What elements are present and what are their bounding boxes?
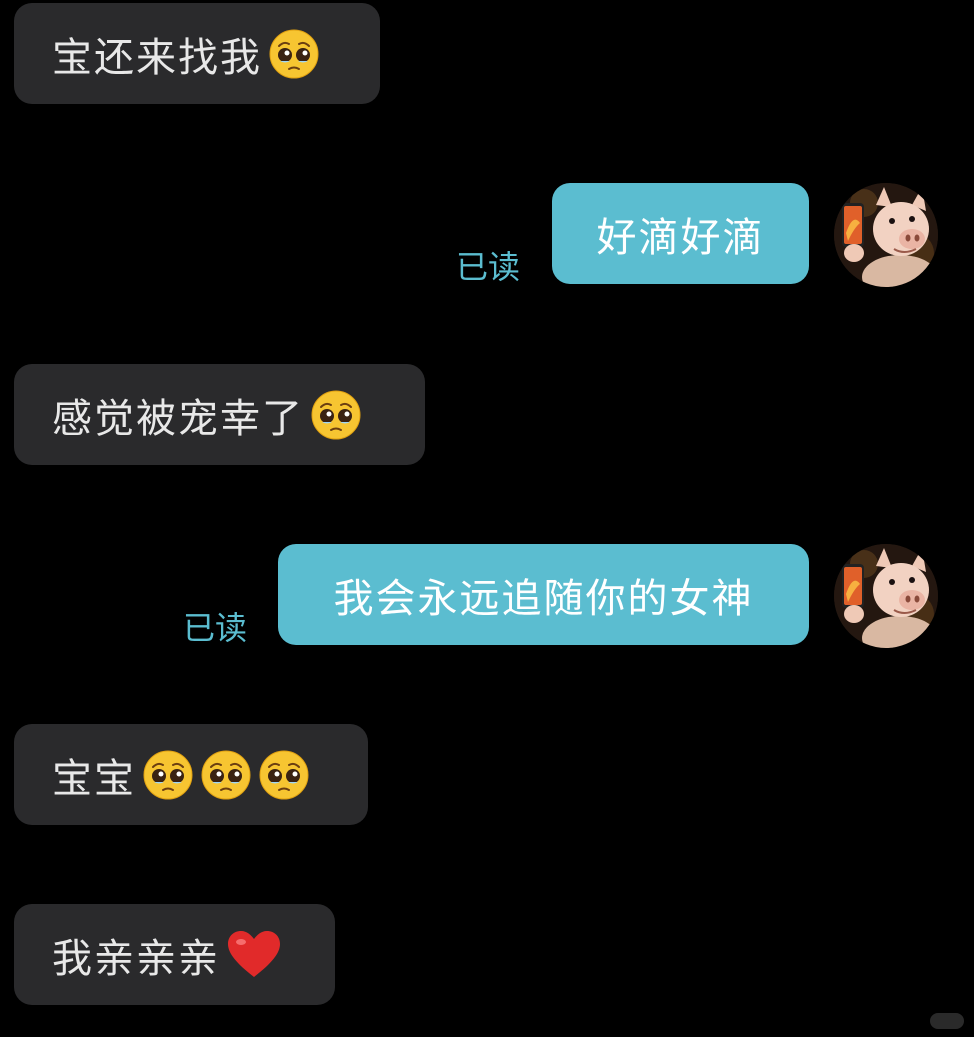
pleading-face-emoji xyxy=(259,750,309,799)
message-text: 宝还来找我 xyxy=(52,34,262,81)
message-text: 我会永远追随你的女神 xyxy=(333,575,754,622)
pleading-face-emoji xyxy=(201,750,251,799)
red-heart-emoji xyxy=(228,930,280,977)
read-status: 已读 xyxy=(183,609,248,647)
read-status: 已读 xyxy=(456,248,521,286)
pleading-face-emoji xyxy=(311,390,361,439)
incoming-message[interactable]: 宝还来找我 xyxy=(14,3,380,104)
incoming-message[interactable]: 我亲亲亲 xyxy=(14,904,335,1005)
incoming-message[interactable]: 感觉被宠幸了 xyxy=(14,364,425,465)
message-text: 宝宝 xyxy=(52,755,136,802)
message-text: 我亲亲亲 xyxy=(52,935,220,982)
message-text: 好滴好滴 xyxy=(596,214,765,261)
message-text: 感觉被宠幸了 xyxy=(52,395,304,442)
outgoing-message[interactable]: 我会永远追随你的女神 xyxy=(278,544,809,645)
watermark-logo xyxy=(930,1013,964,1029)
pig-avatar-icon[interactable] xyxy=(834,544,938,648)
pig-avatar-icon[interactable] xyxy=(834,183,938,287)
pig-holding-phone-icon xyxy=(834,183,938,287)
pig-holding-phone-icon xyxy=(834,544,938,648)
pleading-face-emoji xyxy=(269,29,319,78)
incoming-message[interactable]: 宝宝 xyxy=(14,724,368,825)
pleading-face-emoji xyxy=(143,750,193,799)
outgoing-message[interactable]: 好滴好滴 xyxy=(552,183,809,284)
